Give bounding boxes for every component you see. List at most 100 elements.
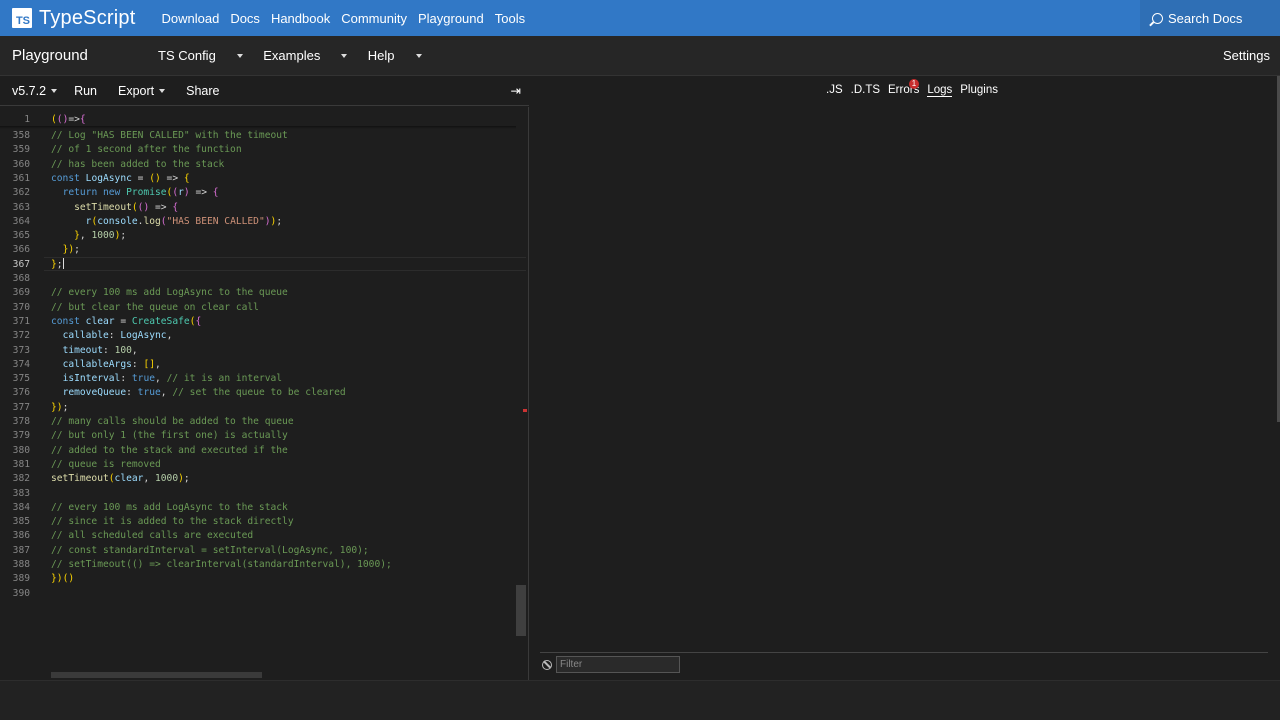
search-docs-button[interactable]: Search Docs xyxy=(1140,0,1280,36)
version-select[interactable]: v5.7.2 xyxy=(12,83,58,98)
help-menu[interactable]: Help xyxy=(368,48,422,63)
share-button[interactable]: Share xyxy=(186,84,219,98)
code-line: 367}; xyxy=(0,258,528,272)
code-text: // setTimeout(() => clearInterval(standa… xyxy=(51,559,392,570)
code-text: // queue is removed xyxy=(51,458,161,470)
search-docs-label: Search Docs xyxy=(1168,10,1243,26)
output-panel: .JS .D.TS Errors Logs Plugins 1 xyxy=(530,76,1280,680)
line-number: 367 xyxy=(12,258,30,270)
code-line: 388 // setTimeout(() => clearInterval(sta… xyxy=(0,558,528,572)
editor-toolbar: v5.7.2 Run Export Share ⇥ xyxy=(0,76,529,106)
line-number: 366 xyxy=(12,244,30,256)
code-line: 375 isInterval: true, // it is an interv… xyxy=(0,372,528,386)
code-line: 362 return new Promise((r) => { xyxy=(0,186,528,200)
ts-config-menu[interactable]: TS Config xyxy=(158,48,243,63)
line-number: 364 xyxy=(12,215,30,227)
line-number: 381 xyxy=(12,458,30,470)
line-number: 368 xyxy=(12,273,30,284)
sticky-scroll-shadow xyxy=(0,126,516,129)
text-cursor xyxy=(62,258,64,270)
code-text: // const standardInterval = setInterval(… xyxy=(51,544,369,556)
version-label: v5.7.2 xyxy=(12,83,47,98)
line-number: 374 xyxy=(12,358,30,370)
line-number: 360 xyxy=(12,158,30,170)
collapse-panel-icon[interactable]: ⇥ xyxy=(511,83,521,98)
brand-name: TypeScript xyxy=(39,6,136,29)
nav-link-docs[interactable]: Docs xyxy=(230,11,260,26)
code-text: setTimeout(() => { xyxy=(74,201,179,213)
code-line: 360 // has been added to the stack xyxy=(0,158,528,172)
ts-config-label: TS Config xyxy=(158,47,216,63)
nav-link-community[interactable]: Community xyxy=(341,11,407,26)
code-text: callableArgs: [], xyxy=(62,358,161,370)
line-number: 358 xyxy=(12,130,30,141)
code-line: 378 // many calls should be added to the … xyxy=(0,415,528,429)
log-filter-input[interactable] xyxy=(556,656,680,673)
line-number: 359 xyxy=(12,144,30,156)
code-text: }; xyxy=(51,258,64,270)
horizontal-scrollbar[interactable] xyxy=(51,672,262,678)
line-number: 370 xyxy=(12,301,30,313)
line-number: 369 xyxy=(12,287,30,299)
line-number: 372 xyxy=(12,330,30,342)
code-text: const LogAsync = () => { xyxy=(51,172,190,184)
code-line: 383 xyxy=(0,487,528,501)
nav-link-handbook[interactable]: Handbook xyxy=(271,11,330,26)
code-text: // added to the stack and executed if th… xyxy=(51,444,288,456)
code-line: 363 setTimeout(() => { xyxy=(0,201,528,215)
settings-button[interactable]: Settings xyxy=(1223,48,1270,63)
clear-logs-icon[interactable] xyxy=(542,659,552,670)
code-text: }, 1000); xyxy=(74,230,127,242)
line-number: 376 xyxy=(12,387,30,399)
code-text: // every 100 ms add LogAsync to the stac… xyxy=(51,501,288,513)
nav-link-download[interactable]: Download xyxy=(161,11,219,26)
code-text: removeQueue: true, // set the queue to b… xyxy=(62,387,346,399)
tab-plugins[interactable]: Plugins xyxy=(960,84,998,97)
search-icon xyxy=(1152,12,1163,24)
run-button[interactable]: Run xyxy=(74,84,97,98)
code-line: 366 }); xyxy=(0,243,528,257)
line-number: 383 xyxy=(12,487,30,499)
line-number: 388 xyxy=(12,559,30,570)
nav-link-tools[interactable]: Tools xyxy=(495,11,525,26)
tab-logs[interactable]: Logs xyxy=(927,84,953,97)
code-line: 381 // queue is removed xyxy=(0,458,528,472)
tab-js[interactable]: .JS xyxy=(826,84,843,97)
tab-dts[interactable]: .D.TS xyxy=(851,84,880,97)
code-line: 365 }, 1000); xyxy=(0,229,528,243)
code-line: 359 // of 1 second after the function xyxy=(0,143,528,157)
code-line: 374 callableArgs: [], xyxy=(0,358,528,372)
line-number: 375 xyxy=(12,373,30,385)
export-menu[interactable]: Export xyxy=(118,83,166,98)
line-number: 387 xyxy=(12,544,30,556)
code-text: // but only 1 (the first one) is actuall… xyxy=(51,430,288,442)
code-text: setTimeout(clear, 1000); xyxy=(51,473,190,485)
line-number: 386 xyxy=(12,530,30,542)
export-label: Export xyxy=(118,83,155,98)
brand[interactable]: TS TypeScript xyxy=(12,7,135,30)
playground-title: Playground xyxy=(12,47,88,64)
line-number: 389 xyxy=(12,573,30,585)
code-text: // Log "HAS BEEN CALLED" with the timeou… xyxy=(51,130,288,141)
code-line: 387 // const standardInterval = setInterv… xyxy=(0,544,528,558)
nav-link-playground[interactable]: Playground xyxy=(418,11,484,26)
line-number: 390 xyxy=(12,587,30,599)
code-line: 373 timeout: 100, xyxy=(0,344,528,358)
code-line: 389})() xyxy=(0,572,528,586)
code-line: 371 const clear = CreateSafe({ xyxy=(0,315,528,329)
code-line: 385 // since it is added to the stack dir… xyxy=(0,515,528,529)
chevron-down-icon xyxy=(236,54,243,59)
code-text: // all scheduled calls are executed xyxy=(51,530,254,542)
line-number: 373 xyxy=(12,344,30,356)
code-editor[interactable]: 1 (()=>{358// Log "HAS BEEN CALLED" with … xyxy=(0,107,529,680)
typescript-logo: TS xyxy=(12,8,32,28)
line-number: 378 xyxy=(12,416,30,427)
vertical-scrollbar[interactable] xyxy=(516,585,526,636)
code-line: 369 // every 100 ms add LogAsync to the q… xyxy=(0,286,528,300)
playground-menus: TS Config Examples Help xyxy=(158,47,438,65)
code-line: 384 // every 100 ms add LogAsync to the s… xyxy=(0,501,528,515)
examples-menu[interactable]: Examples xyxy=(263,48,348,63)
line-number: 371 xyxy=(12,315,30,327)
line-number: 377 xyxy=(12,401,30,413)
chevron-down-icon xyxy=(415,54,422,59)
